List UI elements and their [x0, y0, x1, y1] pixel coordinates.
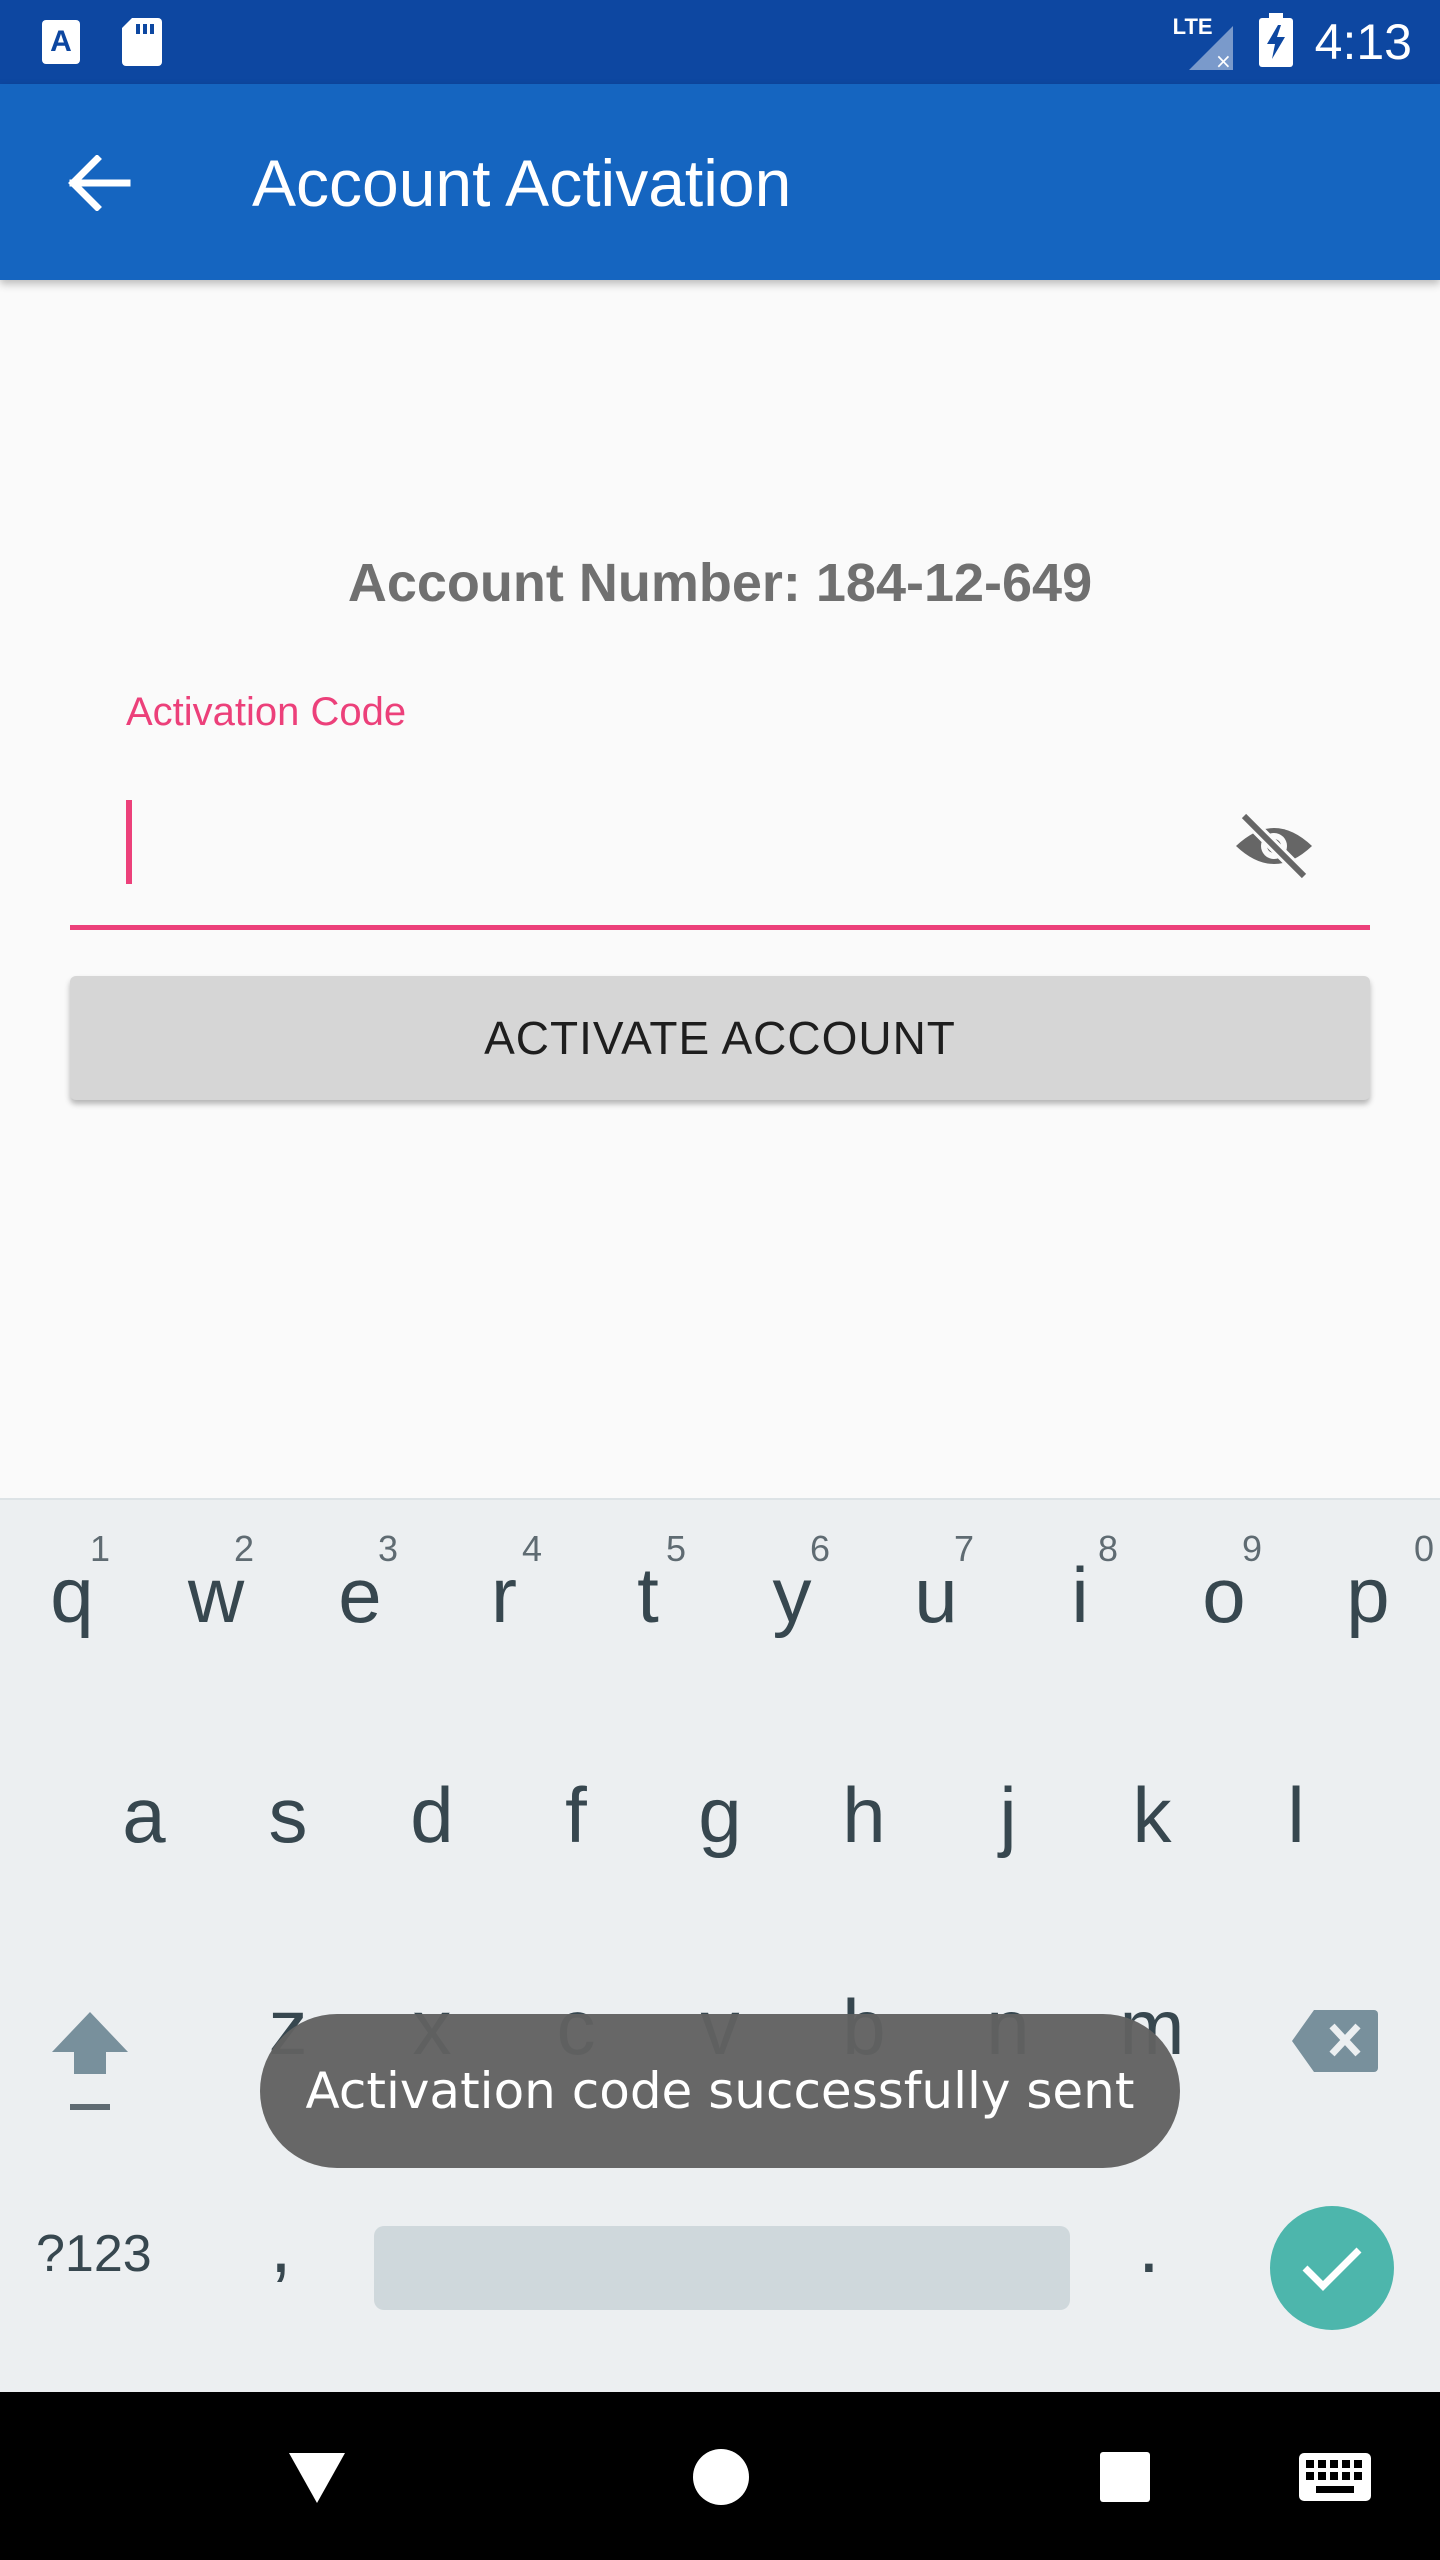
key-t[interactable]: 5t: [576, 1500, 720, 1690]
key-label: s: [268, 1771, 308, 1859]
key-label: h: [842, 1771, 886, 1859]
navigation-bar: [0, 2392, 1440, 2560]
key-g[interactable]: g: [648, 1720, 792, 1910]
key-label: t: [637, 1551, 659, 1639]
key-label: a: [122, 1771, 166, 1859]
key-s[interactable]: s: [216, 1720, 360, 1910]
key-label: f: [565, 1771, 587, 1859]
keyboard-switch-icon[interactable]: [1298, 2442, 1372, 2512]
arrow-back-icon[interactable]: [58, 142, 140, 224]
period-key[interactable]: .: [1138, 2200, 1160, 2291]
key-k[interactable]: k: [1080, 1720, 1224, 1910]
app-notification-icon: A: [42, 20, 80, 64]
key-w[interactable]: 2w: [144, 1500, 288, 1690]
key-label: l: [1287, 1771, 1305, 1859]
key-label: q: [50, 1551, 94, 1639]
key-label: r: [491, 1551, 517, 1639]
keyboard-row-1: 1q 2w 3e 4r 5t 6y 7u 8i 9o 0p: [0, 1500, 1440, 1690]
backspace-icon[interactable]: [1290, 2008, 1390, 2088]
keyboard-row-2: a s d f g h j k l: [0, 1720, 1440, 1910]
key-label: e: [338, 1551, 382, 1639]
page-title: Account Activation: [252, 146, 792, 220]
battery-charging-icon: [1258, 12, 1293, 72]
home-circle-icon[interactable]: [686, 2442, 756, 2512]
key-label: p: [1346, 1551, 1390, 1639]
key-label: k: [1132, 1771, 1172, 1859]
key-j[interactable]: j: [936, 1720, 1080, 1910]
key-label: o: [1202, 1551, 1246, 1639]
key-e[interactable]: 3e: [288, 1500, 432, 1690]
key-label: y: [772, 1551, 812, 1639]
key-label: g: [698, 1771, 742, 1859]
key-label: j: [999, 1771, 1017, 1859]
key-label: w: [187, 1551, 245, 1639]
sd-card-icon: [122, 18, 162, 66]
key-label: d: [410, 1771, 454, 1859]
enter-check-icon[interactable]: [1270, 2206, 1394, 2330]
app-bar: Account Activation: [0, 84, 1440, 280]
eye-off-icon[interactable]: [1232, 804, 1316, 888]
key-y[interactable]: 6y: [720, 1500, 864, 1690]
key-l[interactable]: l: [1224, 1720, 1368, 1910]
status-time: 4:13: [1314, 14, 1412, 70]
key-i[interactable]: 8i: [1008, 1500, 1152, 1690]
svg-text:×: ×: [1215, 49, 1232, 70]
shift-icon[interactable]: [40, 2000, 160, 2140]
key-q[interactable]: 1q: [0, 1500, 144, 1690]
key-d[interactable]: d: [360, 1720, 504, 1910]
toast-message: Activation code successfully sent: [260, 2014, 1180, 2168]
activation-code-input[interactable]: [70, 770, 1370, 930]
back-triangle-icon[interactable]: [282, 2442, 352, 2512]
text-caret: [126, 800, 132, 884]
activation-code-label: Activation Code: [126, 690, 407, 734]
key-f[interactable]: f: [504, 1720, 648, 1910]
recents-square-icon[interactable]: [1090, 2442, 1160, 2512]
key-label: i: [1071, 1551, 1089, 1639]
status-bar: A LTE × 4:13: [0, 0, 1440, 84]
key-u[interactable]: 7u: [864, 1500, 1008, 1690]
activate-account-button[interactable]: ACTIVATE ACCOUNT: [70, 976, 1370, 1100]
key-h[interactable]: h: [792, 1720, 936, 1910]
key-a[interactable]: a: [72, 1720, 216, 1910]
spacebar[interactable]: [374, 2226, 1070, 2310]
signal-icon: LTE ×: [1173, 14, 1237, 70]
comma-key[interactable]: ,: [270, 2200, 292, 2291]
key-r[interactable]: 4r: [432, 1500, 576, 1690]
key-p[interactable]: 0p: [1296, 1500, 1440, 1690]
account-number: Account Number: 184-12-649: [347, 553, 1093, 613]
key-o[interactable]: 9o: [1152, 1500, 1296, 1690]
symbols-key[interactable]: ?123: [36, 2224, 152, 2284]
key-label: u: [914, 1551, 958, 1639]
soft-keyboard: 1q 2w 3e 4r 5t 6y 7u 8i 9o 0p a s d f g …: [0, 1498, 1440, 2392]
